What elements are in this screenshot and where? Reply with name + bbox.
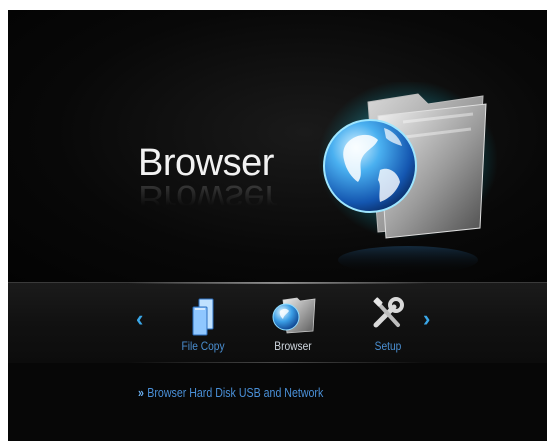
menu-item-label: File Copy: [181, 339, 225, 353]
menu-item-label: Browser: [274, 339, 312, 353]
hero-title-reflection: Browser: [138, 177, 278, 219]
menu-bar: ‹ File Copy Browser Setup ›: [8, 282, 547, 364]
media-player-screen: Browser Browser ‹ File Copy Browser Setu…: [8, 10, 547, 441]
description-text: » Browser Hard Disk USB and Network: [138, 386, 323, 400]
file-copy-icon: [192, 298, 214, 336]
bullet-icon: »: [138, 386, 144, 400]
scroll-left-arrow-icon[interactable]: ‹: [136, 306, 143, 332]
description-label: Browser Hard Disk USB and Network: [147, 386, 324, 400]
browser-folder-globe-icon: [272, 297, 316, 334]
scroll-right-arrow-icon[interactable]: ›: [423, 306, 430, 332]
menu-item-label: Setup: [374, 339, 402, 353]
menu-item-file-copy[interactable]: File Copy: [163, 295, 243, 357]
setup-tools-icon: [373, 297, 404, 328]
menu-item-browser[interactable]: Browser: [253, 295, 333, 357]
description-area: [8, 363, 547, 441]
menu-item-setup[interactable]: Setup: [348, 295, 428, 357]
browser-folder-globe-icon: [318, 82, 498, 272]
